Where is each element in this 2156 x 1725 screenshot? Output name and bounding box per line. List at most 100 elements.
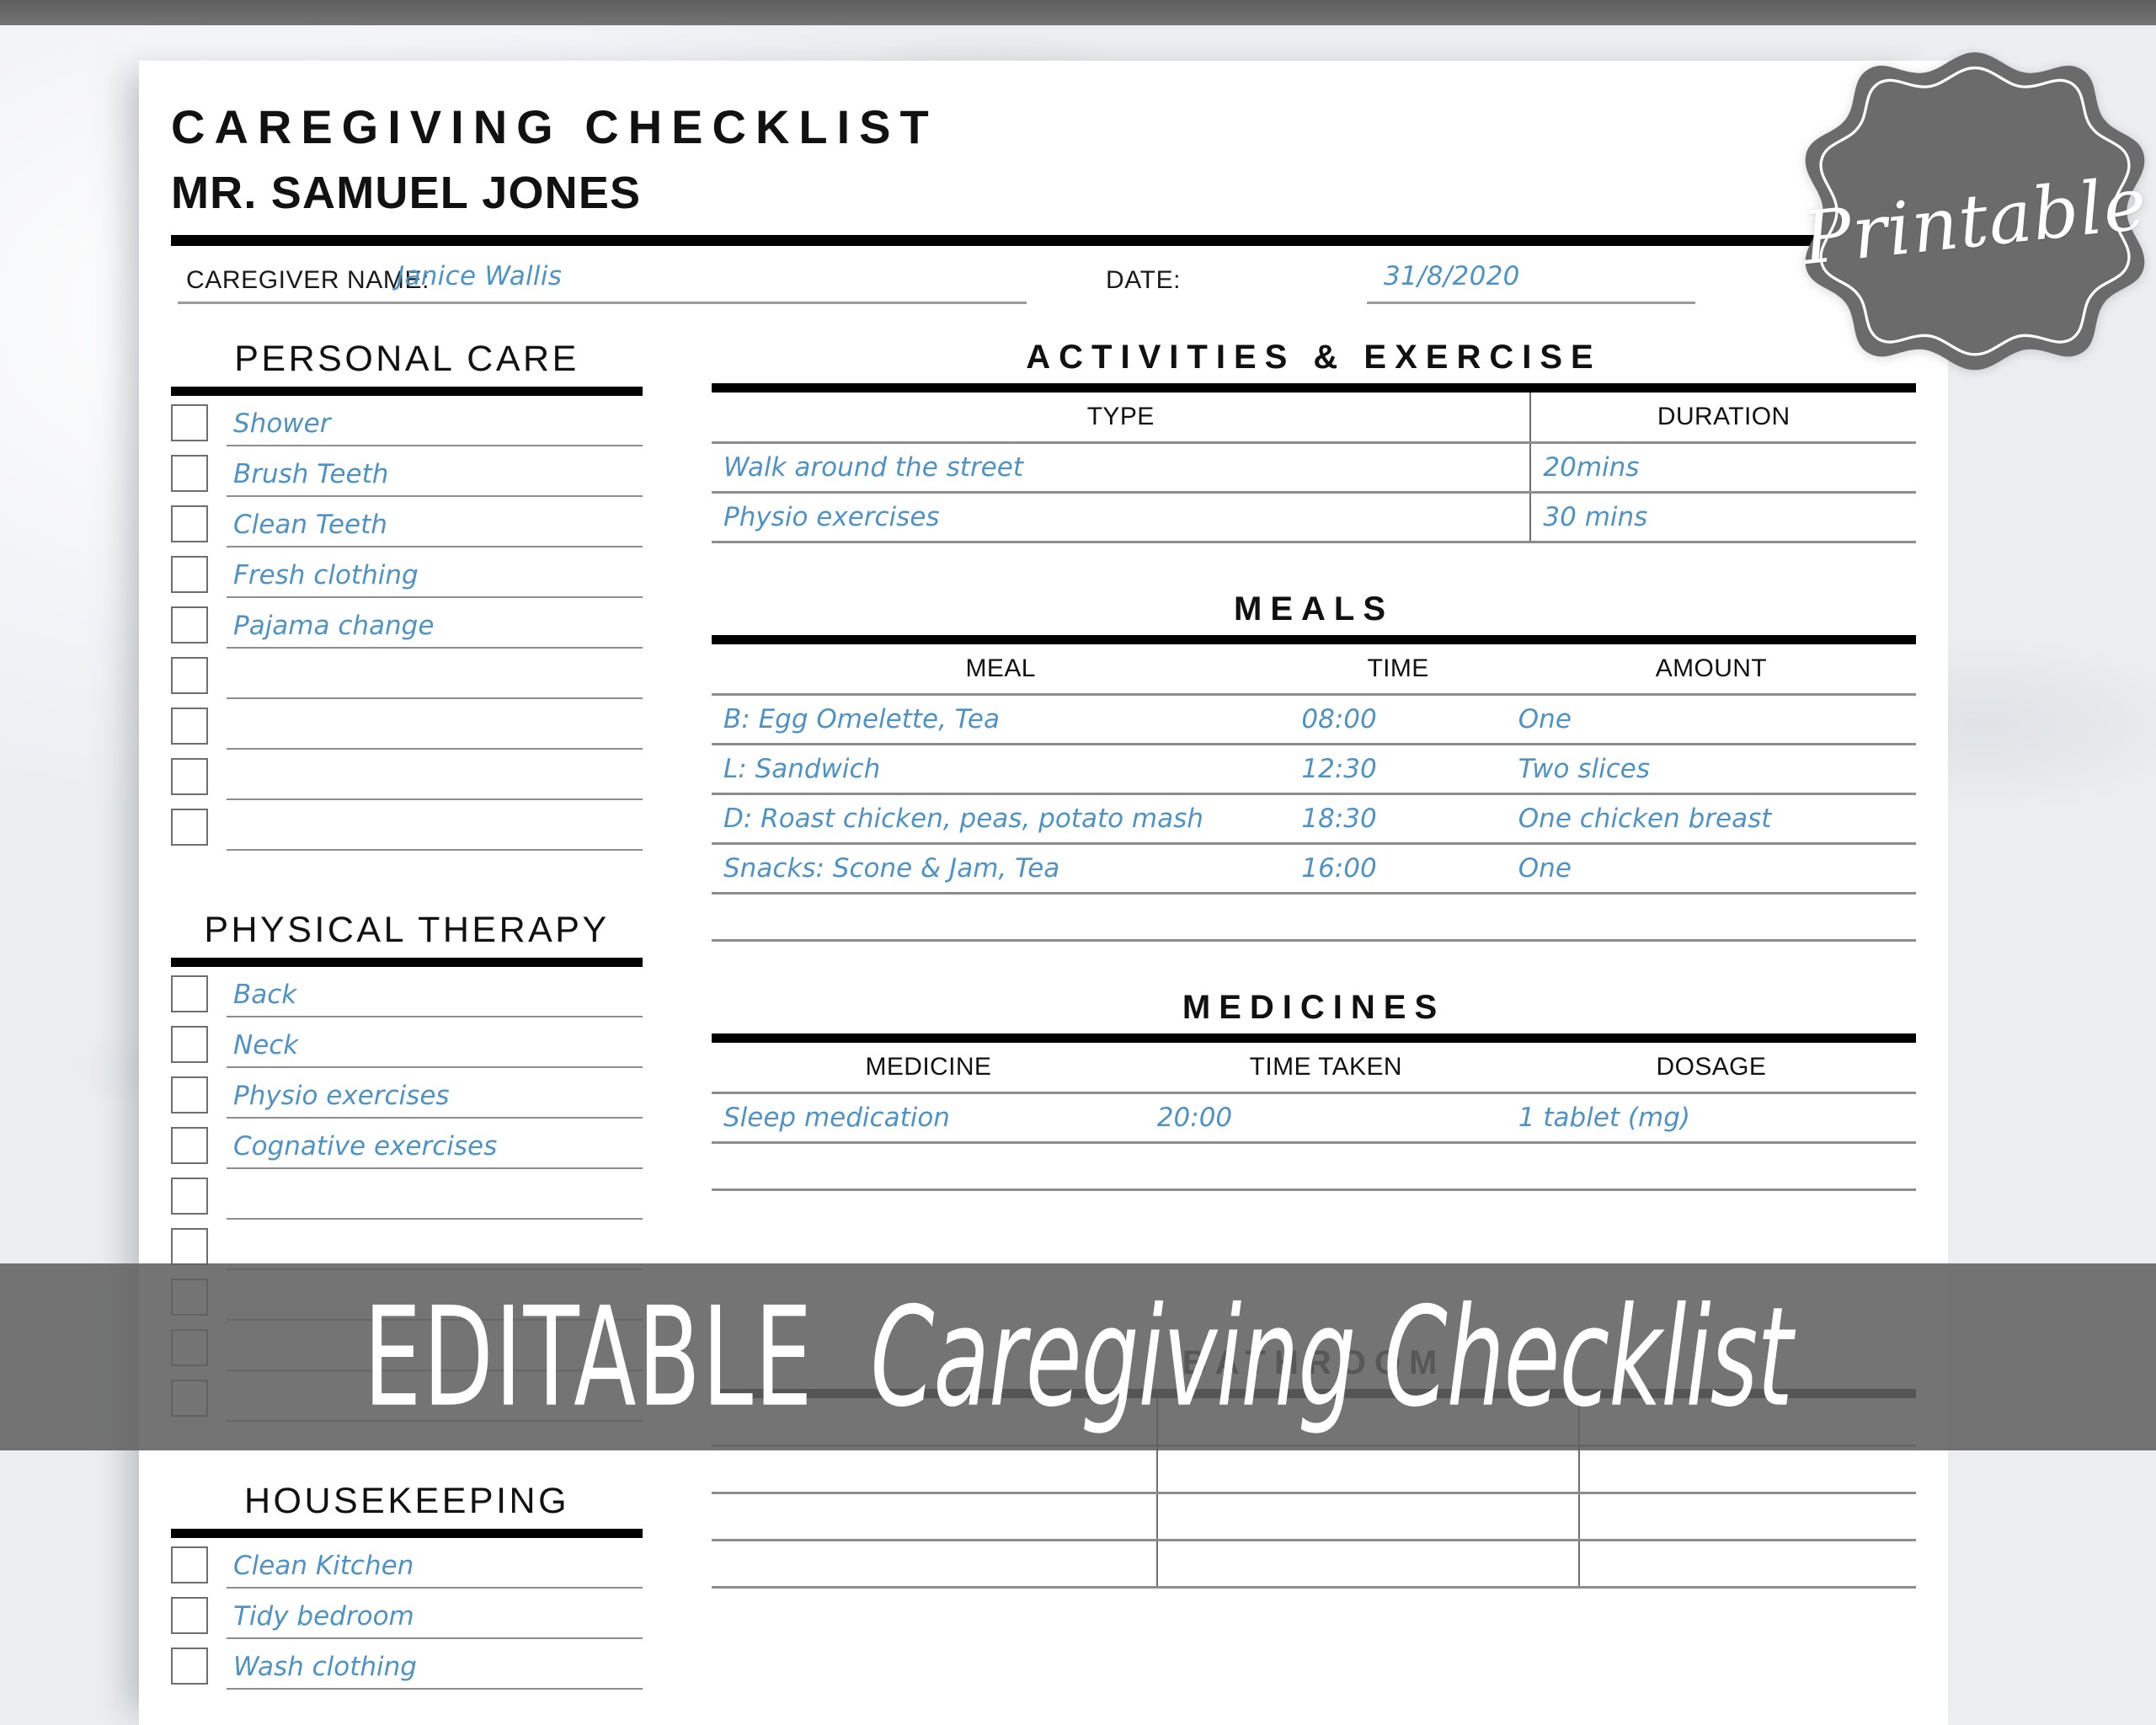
- meal-time[interactable]: 12:30: [1289, 744, 1507, 795]
- bathroom-cell[interactable]: [1157, 1445, 1580, 1494]
- checkbox-physical-therapy-4[interactable]: [171, 1178, 208, 1215]
- table-row[interactable]: Sleep medication 20:00 1 tablet (mg): [712, 1092, 1916, 1144]
- meal-amount[interactable]: One: [1506, 694, 1916, 745]
- checklist-item[interactable]: [171, 1169, 643, 1220]
- table-row[interactable]: L: Sandwich 12:30 Two slices: [712, 744, 1916, 795]
- checkbox-housekeeping-2[interactable]: [171, 1648, 208, 1685]
- checkbox-personal-care-6[interactable]: [171, 708, 208, 745]
- checklist-item[interactable]: Fresh clothing: [171, 547, 643, 598]
- checkbox-physical-therapy-5[interactable]: [171, 1228, 208, 1265]
- meal-time[interactable]: [1289, 893, 1507, 942]
- checklist-item[interactable]: [171, 1220, 643, 1270]
- checkbox-physical-therapy-3[interactable]: [171, 1127, 208, 1164]
- medicine-name[interactable]: [712, 1142, 1145, 1191]
- checklist-item[interactable]: Pajama change: [171, 598, 643, 649]
- meal-amount[interactable]: One chicken breast: [1506, 793, 1916, 845]
- bathroom-cell[interactable]: [1578, 1445, 1916, 1494]
- bathroom-cell[interactable]: [712, 1540, 1159, 1589]
- table-row[interactable]: [712, 1142, 1916, 1191]
- table-header-row: MEAL TIME AMOUNT: [712, 644, 1916, 696]
- medicine-time[interactable]: 20:00: [1145, 1092, 1507, 1144]
- checklist-item[interactable]: Tidy bedroom: [171, 1589, 643, 1639]
- meal-name[interactable]: Snacks: Scone & Jam, Tea: [712, 843, 1290, 895]
- activity-type[interactable]: Walk around the street: [712, 442, 1532, 494]
- checkbox-physical-therapy-1[interactable]: [171, 1026, 208, 1063]
- table-row[interactable]: Walk around the street 20mins: [712, 442, 1916, 494]
- meal-name[interactable]: B: Egg Omelette, Tea: [712, 694, 1290, 745]
- date-value[interactable]: 31/8/2020: [1384, 261, 1520, 291]
- page-subtitle: MR. SAMUEL JONES: [171, 168, 642, 218]
- table-row[interactable]: B: Egg Omelette, Tea 08:00 One: [712, 694, 1916, 745]
- meal-time[interactable]: 18:30: [1289, 793, 1507, 845]
- table-row[interactable]: [712, 1493, 1916, 1541]
- checkbox-personal-care-0[interactable]: [171, 404, 208, 441]
- checklist-item[interactable]: Clean Teeth: [171, 497, 643, 547]
- checklist-item[interactable]: Cognative exercises: [171, 1119, 643, 1169]
- checkbox-personal-care-8[interactable]: [171, 809, 208, 846]
- checklist-item[interactable]: [171, 699, 643, 750]
- checkbox-personal-care-1[interactable]: [171, 455, 208, 492]
- editable-banner: EDITABLE Caregiving Checklist: [0, 1263, 2156, 1450]
- bathroom-cell[interactable]: [1157, 1540, 1580, 1589]
- checkbox-housekeeping-0[interactable]: [171, 1546, 208, 1583]
- bathroom-cell[interactable]: [712, 1493, 1159, 1541]
- checklist-item[interactable]: Back: [171, 967, 643, 1017]
- checkbox-personal-care-7[interactable]: [171, 758, 208, 795]
- banner-bold-text: EDITABLE: [363, 1276, 814, 1438]
- bathroom-cell[interactable]: [1157, 1493, 1580, 1541]
- personal-care-title: PERSONAL CARE: [234, 339, 579, 379]
- checkbox-personal-care-5[interactable]: [171, 657, 208, 694]
- medicine-dosage[interactable]: 1 tablet (mg): [1506, 1092, 1916, 1144]
- medicine-dosage[interactable]: [1506, 1142, 1916, 1191]
- checklist-item[interactable]: Neck: [171, 1017, 643, 1068]
- activity-duration[interactable]: 20mins: [1530, 442, 1916, 494]
- meals-col-time: TIME: [1289, 644, 1507, 696]
- meal-time[interactable]: 08:00: [1289, 694, 1507, 745]
- checklist-item[interactable]: [171, 750, 643, 800]
- checkbox-personal-care-3[interactable]: [171, 556, 208, 593]
- checkbox-housekeeping-1[interactable]: [171, 1597, 208, 1634]
- section-medicines: MEDICINES MEDICINE TIME TAKEN DOSAGE Sle…: [712, 989, 1916, 1191]
- checkbox-physical-therapy-2[interactable]: [171, 1076, 208, 1114]
- activity-type[interactable]: Physio exercises: [712, 492, 1532, 543]
- meal-amount[interactable]: Two slices: [1506, 744, 1916, 795]
- checklist-line: [227, 1171, 643, 1220]
- medicine-time[interactable]: [1145, 1142, 1507, 1191]
- meal-name[interactable]: L: Sandwich: [712, 744, 1290, 795]
- section-meals: MEALS MEAL TIME AMOUNT B: Egg Omelette, …: [712, 590, 1916, 942]
- checklist-item[interactable]: [171, 649, 643, 699]
- bathroom-cell[interactable]: [712, 1445, 1159, 1494]
- printable-page: CAREGIVING CHECKLIST MR. SAMUEL JONES CA…: [139, 61, 1948, 1725]
- table-row[interactable]: [712, 893, 1916, 942]
- bathroom-cell[interactable]: [1578, 1540, 1916, 1589]
- checklist-line: Cognative exercises: [227, 1120, 643, 1169]
- meal-name[interactable]: D: Roast chicken, peas, potato mash: [712, 793, 1290, 845]
- checklist-line: Wash clothing: [227, 1641, 643, 1690]
- checklist-item[interactable]: [171, 800, 643, 851]
- checkbox-personal-care-2[interactable]: [171, 505, 208, 542]
- meal-time[interactable]: 16:00: [1289, 843, 1507, 895]
- table-row[interactable]: [712, 1540, 1916, 1589]
- table-row[interactable]: [712, 1445, 1916, 1494]
- checklist-item[interactable]: Clean Kitchen: [171, 1538, 643, 1589]
- table-row[interactable]: Snacks: Scone & Jam, Tea 16:00 One: [712, 843, 1916, 895]
- meal-amount[interactable]: [1506, 893, 1916, 942]
- bathroom-cell[interactable]: [1578, 1493, 1916, 1541]
- meal-name[interactable]: [712, 893, 1290, 942]
- activity-duration[interactable]: 30 mins: [1530, 492, 1916, 543]
- checklist-item[interactable]: Physio exercises: [171, 1068, 643, 1119]
- checklist-item[interactable]: Wash clothing: [171, 1639, 643, 1690]
- checklist-item[interactable]: Brush Teeth: [171, 446, 643, 497]
- meals-col-amount: AMOUNT: [1506, 644, 1916, 696]
- checkbox-physical-therapy-0[interactable]: [171, 975, 208, 1012]
- meal-amount[interactable]: One: [1506, 843, 1916, 895]
- meals-table: MEAL TIME AMOUNT B: Egg Omelette, Tea 08…: [712, 644, 1916, 942]
- caregiver-name-value[interactable]: Janice Wallis: [397, 261, 562, 291]
- checklist-item[interactable]: Shower: [171, 396, 643, 446]
- table-row[interactable]: D: Roast chicken, peas, potato mash 18:3…: [712, 793, 1916, 845]
- medicine-name[interactable]: Sleep medication: [712, 1092, 1145, 1144]
- checkbox-personal-care-4[interactable]: [171, 606, 208, 644]
- table-row[interactable]: Physio exercises 30 mins: [712, 492, 1916, 543]
- header-divider: [171, 235, 1916, 246]
